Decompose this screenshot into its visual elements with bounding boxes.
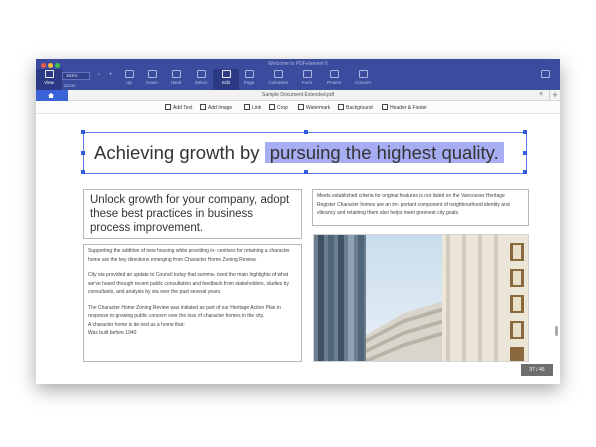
window-title: Welcome to PDFelement 6: [268, 61, 328, 67]
link-icon: [244, 104, 250, 110]
zoom-in-button[interactable]: +: [109, 72, 113, 79]
app-window: Welcome to PDFelement 6 View 161% Zoom −…: [36, 59, 560, 384]
link-label: Link: [252, 105, 262, 111]
subheading-text-box[interactable]: Unlock growth for your company, adopt th…: [83, 189, 302, 239]
background-label: Background: [346, 105, 373, 111]
hand-label: Hand: [170, 80, 182, 85]
panel-icon: [540, 70, 550, 78]
body-text-box[interactable]: Supporting the addition of new housing w…: [83, 244, 302, 362]
add-text-button[interactable]: Add Text: [165, 104, 192, 111]
form-label: Form: [301, 80, 313, 85]
resize-handle[interactable]: [304, 170, 308, 174]
header-footer-button[interactable]: Header & Footer: [382, 104, 427, 111]
view-button[interactable]: View: [36, 69, 62, 90]
heading-text-box[interactable]: Achieving growth by pursuing the highest…: [81, 130, 527, 174]
link-button[interactable]: Link: [244, 104, 261, 111]
title-bar: Welcome to PDFelement 6 View 161% Zoom −…: [36, 59, 560, 90]
convert-label: Convert: [355, 80, 371, 85]
page-label: Page: [243, 80, 255, 85]
header-footer-icon: [382, 104, 388, 110]
document-canvas: Achieving growth by pursuing the highest…: [36, 114, 560, 384]
watermark-label: Watermark: [306, 105, 331, 111]
text-cursor-icon: [165, 104, 171, 110]
resize-handle[interactable]: [81, 170, 85, 174]
crop-label: Crop: [277, 105, 288, 111]
subheading: Unlock growth for your company, adopt th…: [90, 194, 290, 234]
cursor-icon: [196, 70, 206, 78]
background-icon: [338, 104, 344, 110]
down-label: Down: [146, 80, 158, 85]
edit-icon: [221, 70, 231, 78]
building-photo[interactable]: [313, 234, 529, 362]
body-paragraph: A character home is de ned as a home tha…: [88, 321, 185, 328]
select-label: Select: [194, 80, 208, 85]
pdf-page: Achieving growth by pursuing the highest…: [48, 114, 554, 384]
side-paragraph: Meets established criteria for original …: [317, 193, 510, 216]
comment-tab-button[interactable]: Comment: [263, 69, 293, 90]
convert-tab-button[interactable]: Convert: [349, 69, 377, 90]
form-tab-button[interactable]: Form: [294, 69, 320, 90]
page-heading[interactable]: Achieving growth by pursuing the highest…: [94, 142, 504, 164]
protect-tab-button[interactable]: Protect: [320, 69, 348, 90]
resize-handle[interactable]: [304, 130, 308, 134]
body-text: Supporting the addition of new housing w…: [84, 245, 301, 340]
scrollbar-thumb[interactable]: [555, 326, 558, 336]
add-image-label: Add Image: [208, 105, 233, 111]
body-paragraph: The Character Home Zoning Review was ini…: [88, 304, 281, 320]
resize-handle[interactable]: [523, 130, 527, 134]
form-icon: [302, 70, 312, 78]
protect-label: Protect: [326, 80, 342, 85]
crop-button[interactable]: Crop: [269, 104, 288, 111]
zoom-label: Zoom: [64, 83, 76, 88]
background-button[interactable]: Background: [338, 104, 373, 111]
resize-handle[interactable]: [81, 151, 85, 155]
up-arrow-icon: [124, 70, 134, 78]
edit-toolbar: Add Text Add Image Link Crop Watermark B…: [36, 101, 560, 114]
hand-icon: [171, 70, 181, 78]
sidebar-view-icon: [44, 70, 54, 78]
hand-tool-button[interactable]: Hand: [163, 69, 189, 90]
add-text-label: Add Text: [173, 105, 193, 111]
close-tab-button[interactable]: ×: [539, 91, 543, 98]
select-tool-button[interactable]: Select: [188, 69, 214, 90]
crop-icon: [269, 104, 275, 110]
header-footer-label: Header & Footer: [390, 105, 427, 111]
heading-selected-text[interactable]: pursuing the highest quality.: [264, 142, 504, 163]
document-tab-title[interactable]: Sample Document Extended.pdf: [36, 92, 560, 98]
view-label: View: [44, 80, 54, 85]
zoom-out-button[interactable]: −: [97, 72, 101, 79]
building-photo-image: [314, 235, 528, 361]
side-text-box[interactable]: Meets established criteria for original …: [312, 189, 529, 226]
new-tab-button[interactable]: +: [549, 90, 560, 101]
comment-icon: [273, 70, 283, 78]
add-image-button[interactable]: Add Image: [200, 104, 232, 111]
watermark-icon: [298, 104, 304, 110]
lock-icon: [329, 70, 339, 78]
resize-handle[interactable]: [523, 151, 527, 155]
image-icon: [200, 104, 206, 110]
down-arrow-icon: [147, 70, 157, 78]
resize-handle[interactable]: [81, 130, 85, 134]
convert-icon: [358, 70, 368, 78]
vertical-scrollbar[interactable]: [555, 176, 558, 382]
watermark-button[interactable]: Watermark: [298, 104, 330, 111]
resize-handle[interactable]: [523, 170, 527, 174]
heading-text: Achieving growth by: [94, 142, 265, 163]
page-down-button[interactable]: Down: [139, 69, 165, 90]
page-tab-button[interactable]: Page: [236, 69, 262, 90]
page-icon: [244, 70, 254, 78]
document-tab-bar: Sample Document Extended.pdf × +: [36, 90, 560, 101]
body-paragraph: City sta provided an update to Council t…: [88, 272, 289, 295]
body-paragraph: Was built before 1940: [88, 330, 137, 336]
body-paragraph: Supporting the addition of new housing w…: [88, 248, 290, 263]
right-panel-button[interactable]: [532, 69, 558, 90]
page-counter: 37 / 45: [521, 364, 553, 376]
zoom-select[interactable]: 161%: [62, 72, 90, 80]
comment-label: Comment: [268, 80, 288, 85]
